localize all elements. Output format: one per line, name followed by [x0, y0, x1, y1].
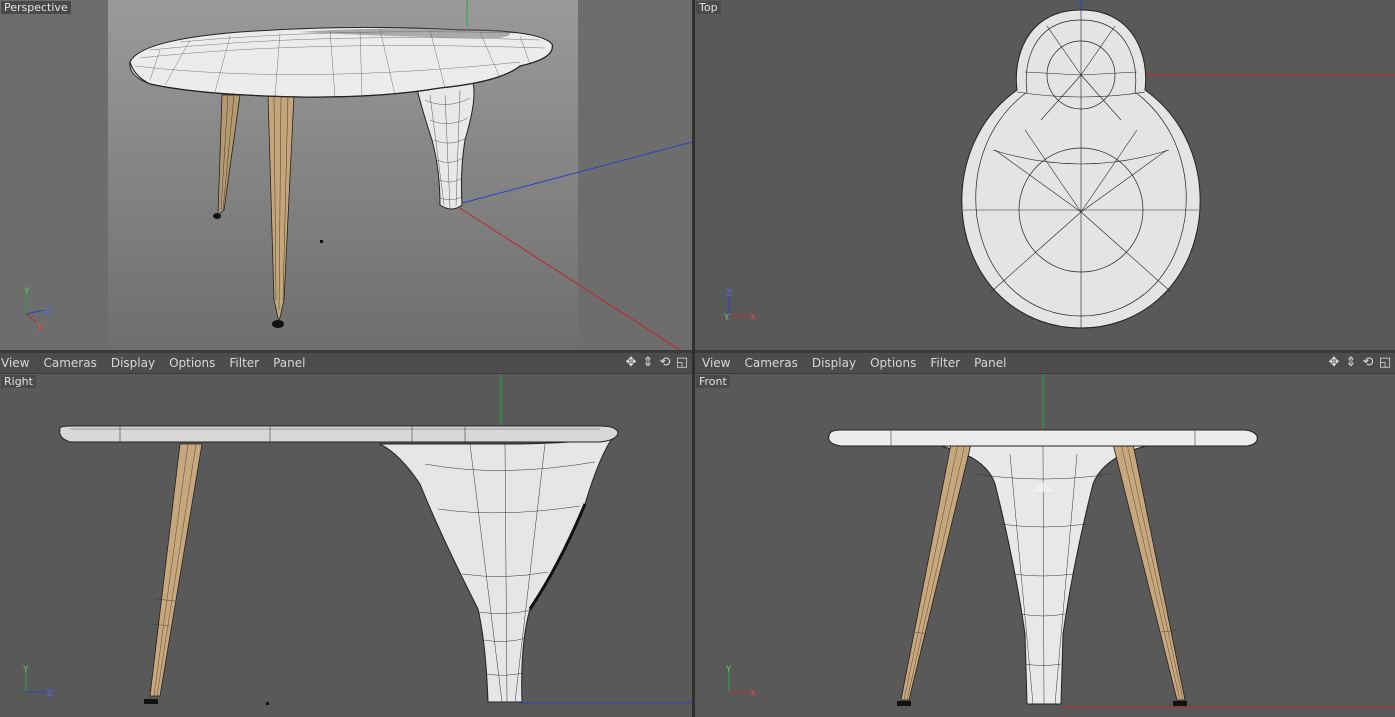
right-label[interactable]: Right	[1, 375, 36, 388]
maximize-icon[interactable]: ◱	[1377, 355, 1393, 371]
front-axis-x-label: X	[750, 689, 756, 699]
front-scene	[828, 374, 1395, 708]
top-axis-y-label: Y	[723, 313, 730, 323]
top-label[interactable]: Top	[696, 1, 721, 14]
perspective-label[interactable]: Perspective	[1, 1, 71, 14]
right-viewport[interactable]: Right Y Z	[0, 374, 692, 717]
maximize-icon[interactable]: ◱	[674, 355, 690, 371]
menu-display[interactable]: Display	[104, 353, 162, 373]
menu-cameras[interactable]: Cameras	[36, 353, 103, 373]
right-axis-gizmo: Y Z	[22, 665, 53, 699]
top-scene	[961, 0, 1395, 329]
right-axis-z-label: Z	[47, 689, 53, 699]
right-viewport-menubar: View Cameras Display Options Filter Pane…	[0, 352, 692, 374]
perspective-viewport[interactable]: Perspective Y Z X	[0, 0, 692, 350]
perspective-axis-x-label: X	[37, 323, 43, 333]
menu-cameras[interactable]: Cameras	[737, 353, 804, 373]
front-viewport-menubar: View Cameras Display Options Filter Pane…	[695, 352, 1395, 374]
menu-options[interactable]: Options	[162, 353, 222, 373]
right-scene	[59, 374, 692, 705]
menu-view[interactable]: View	[695, 353, 737, 373]
front-axis-gizmo: Y X	[725, 665, 756, 699]
top-axis-x-label: X	[750, 313, 756, 323]
top-axis-gizmo: Z X Y	[723, 289, 756, 323]
move-icon[interactable]: ✥	[623, 355, 639, 371]
top-viewport[interactable]: Top Z X Y	[695, 0, 1395, 350]
top-axis-z-label: Z	[726, 289, 732, 299]
menu-display[interactable]: Display	[805, 353, 863, 373]
rotate-icon[interactable]: ⟲	[657, 355, 673, 371]
front-axis-y-label: Y	[725, 665, 732, 675]
viewport-nav-icons: ✥ ⇕ ⟲ ◱	[623, 355, 690, 371]
perspective-axis-y-label: Y	[23, 287, 30, 297]
viewport-nav-icons: ✥ ⇕ ⟲ ◱	[1326, 355, 1393, 371]
perspective-axis-gizmo: Y Z X	[23, 287, 51, 333]
menu-filter[interactable]: Filter	[923, 353, 967, 373]
menu-view[interactable]: View	[0, 353, 36, 373]
move-icon[interactable]: ✥	[1326, 355, 1342, 371]
front-label[interactable]: Front	[696, 375, 730, 388]
menu-panel[interactable]: Panel	[967, 353, 1013, 373]
front-viewport[interactable]: Front Y X	[695, 374, 1395, 717]
zoom-icon[interactable]: ⇕	[640, 355, 656, 371]
menu-panel[interactable]: Panel	[266, 353, 312, 373]
menu-filter[interactable]: Filter	[222, 353, 266, 373]
perspective-scene	[129, 0, 692, 350]
right-axis-y-label: Y	[22, 665, 29, 675]
menu-options[interactable]: Options	[863, 353, 923, 373]
zoom-icon[interactable]: ⇕	[1343, 355, 1359, 371]
rotate-icon[interactable]: ⟲	[1360, 355, 1376, 371]
perspective-axis-z-label: Z	[45, 307, 51, 317]
